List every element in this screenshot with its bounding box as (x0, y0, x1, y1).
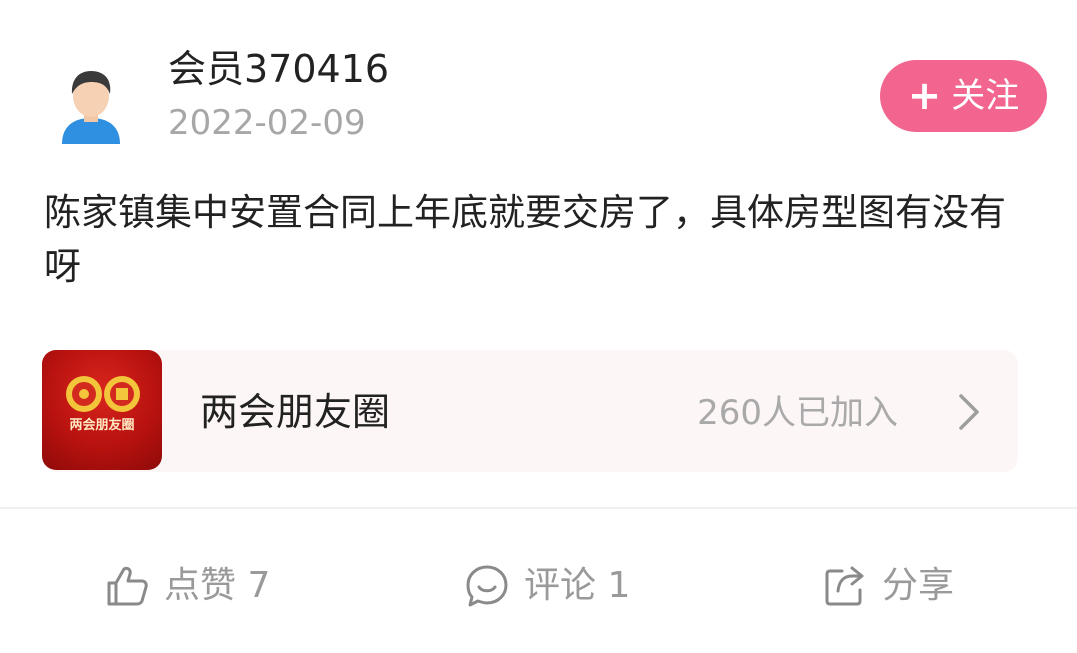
comment-label: 评论 1 (524, 565, 631, 606)
author-name[interactable]: 会员370416 (168, 44, 389, 94)
chevron-right-icon (959, 394, 979, 430)
plus-icon: + (907, 73, 942, 119)
avatar[interactable] (58, 66, 124, 144)
circle-name: 两会朋友圈 (200, 390, 391, 434)
post-content: 陈家镇集中安置合同上年底就要交房了，具体房型图有没有呀 (44, 191, 1006, 288)
circle-member-count: 260人已加入 (697, 393, 898, 433)
post-card: 会员370416 2022-02-09 + 关注 陈家镇集中安置合同上年底就要交… (0, 0, 1077, 653)
share-button[interactable]: 分享 (822, 556, 954, 616)
follow-button[interactable]: + 关注 (880, 60, 1047, 132)
share-icon (825, 566, 864, 606)
like-button[interactable]: 点赞 7 (104, 556, 270, 616)
thumbs-up-icon (107, 566, 148, 606)
follow-button-label: 关注 (951, 76, 1020, 116)
divider (0, 507, 1077, 509)
comment-button[interactable]: 评论 1 (464, 556, 630, 616)
post-date: 2022-02-09 (168, 103, 366, 143)
comment-icon (466, 565, 508, 607)
share-label: 分享 (882, 565, 955, 606)
circle-logo: 两会朋友圈 (42, 350, 162, 470)
like-label: 点赞 7 (164, 565, 271, 606)
circle-card[interactable]: 两会朋友圈 两会朋友圈 260人已加入 (42, 350, 1018, 472)
user-avatar-icon (62, 71, 120, 144)
circle-logo-text: 两会朋友圈 (69, 418, 135, 433)
